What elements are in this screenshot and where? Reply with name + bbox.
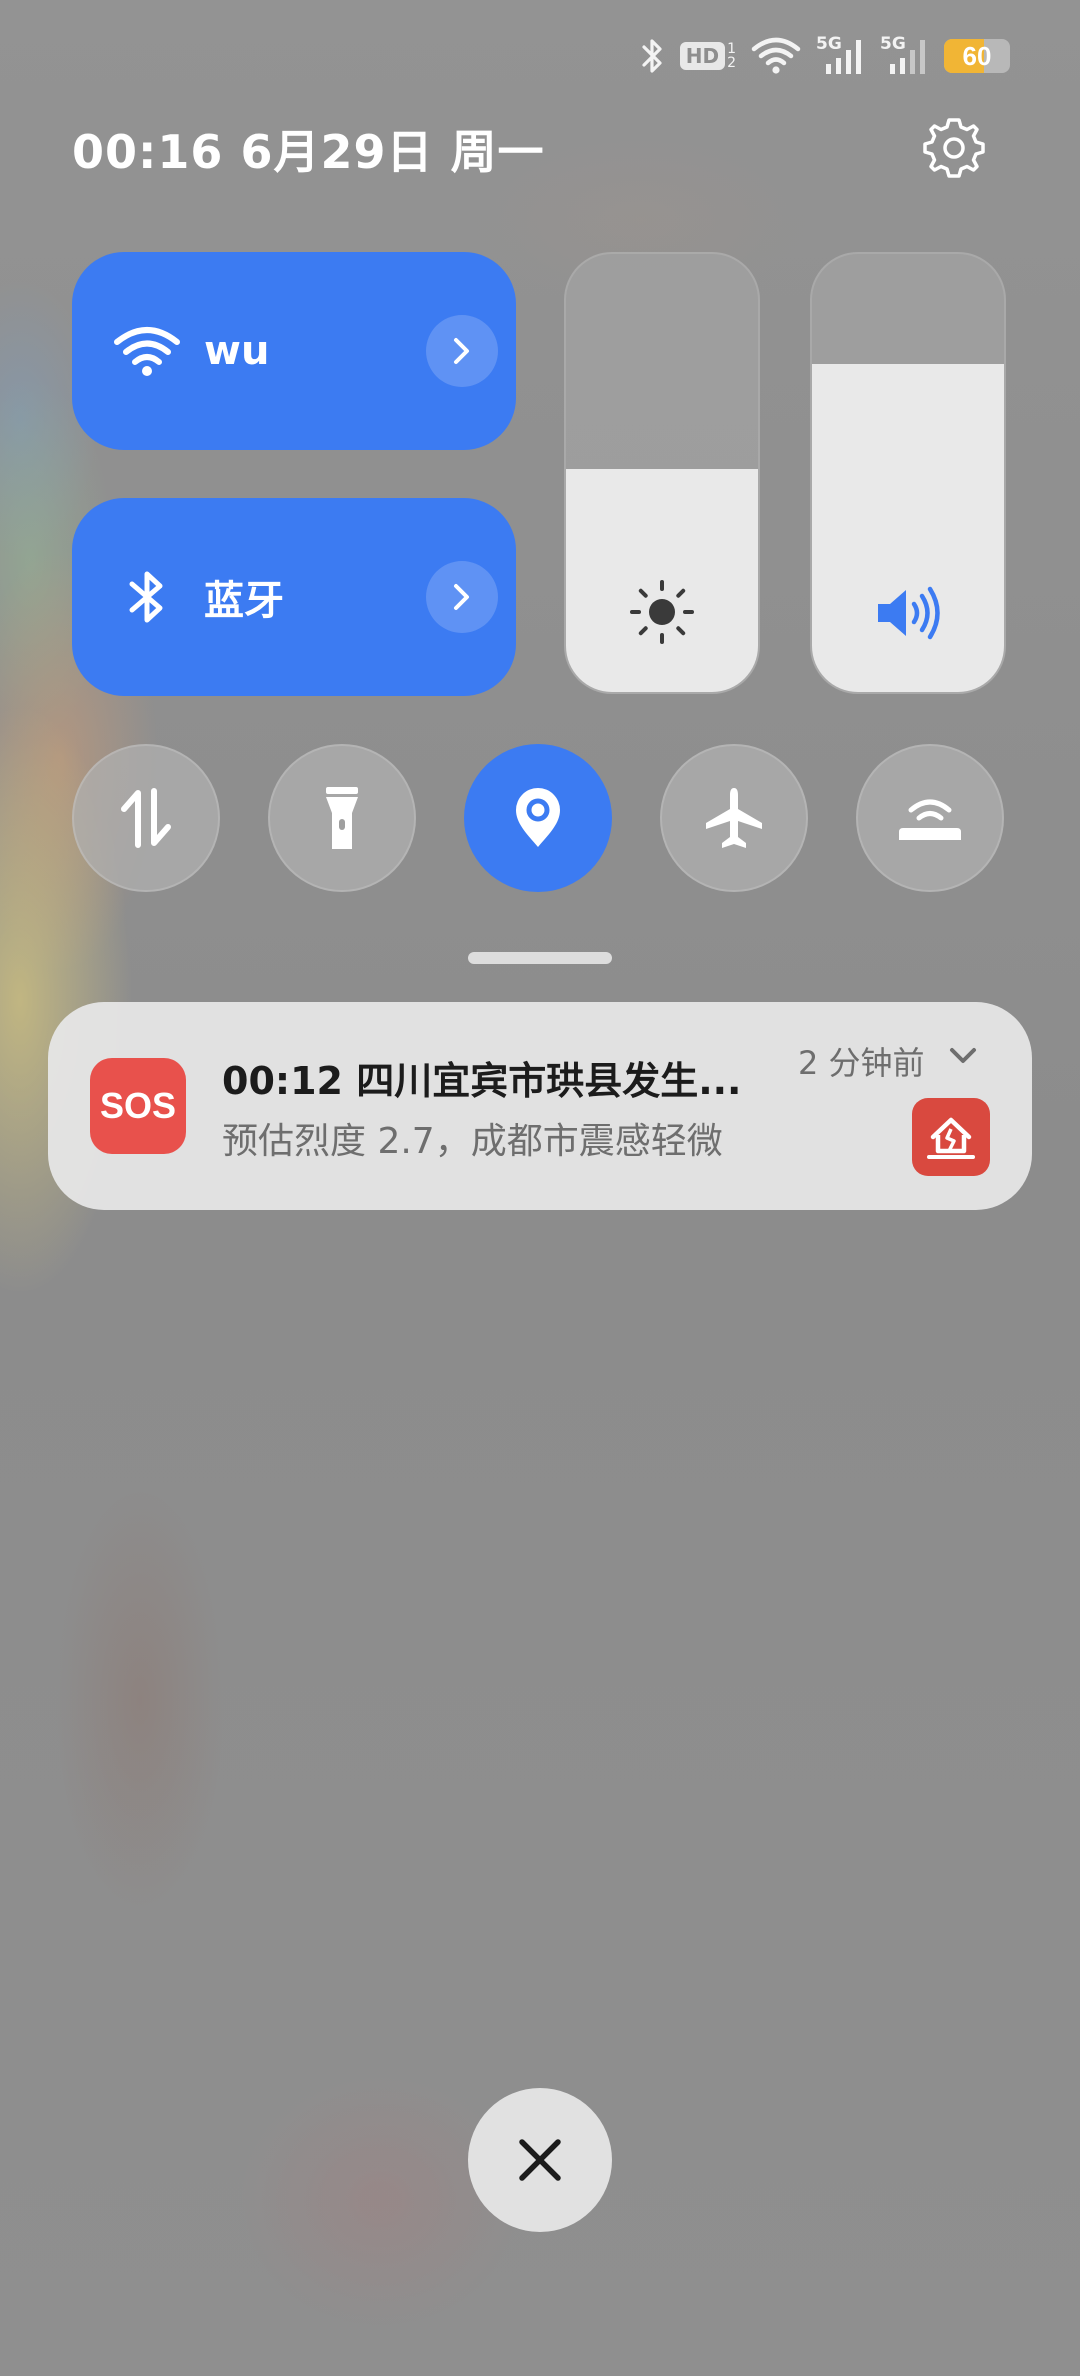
close-button[interactable]	[468, 2088, 612, 2232]
signal-5g-icon: 5G	[880, 34, 930, 76]
status-bar: HD 1 2 5G 5G 60	[638, 34, 1010, 78]
location-toggle[interactable]	[464, 744, 612, 892]
chevron-right-icon	[454, 338, 469, 364]
bluetooth-icon	[642, 39, 662, 73]
bluetooth-icon	[129, 571, 163, 623]
gear-icon	[923, 118, 985, 178]
flashlight-toggle[interactable]	[268, 744, 416, 892]
brightness-icon	[630, 580, 694, 644]
panel-drag-handle[interactable]	[468, 952, 612, 964]
volume-icon	[878, 586, 940, 640]
wifi-details-button[interactable]	[426, 315, 498, 387]
bluetooth-tile[interactable]: 蓝牙	[72, 498, 516, 696]
wifi-tile[interactable]: wu	[72, 252, 516, 450]
earthquake-house-icon	[927, 1117, 975, 1159]
hd-icon: HD 1 2	[679, 41, 736, 71]
bluetooth-details-button[interactable]	[426, 561, 498, 633]
battery-level: 60	[962, 40, 992, 71]
mobile-data-toggle[interactable]	[72, 744, 220, 892]
hd-label: HD	[679, 42, 726, 70]
flashlight-icon	[326, 787, 358, 849]
settings-button[interactable]	[918, 112, 990, 184]
notification-title: 00:12 四川宜宾市珙县发生...	[222, 1059, 742, 1103]
location-icon	[516, 788, 560, 847]
earthquake-badge	[912, 1098, 990, 1176]
hd-sub-top: 1	[727, 41, 736, 57]
sos-app-icon-label: SOS	[99, 1085, 177, 1126]
hotspot-icon	[899, 799, 961, 840]
brightness-slider[interactable]	[564, 252, 760, 694]
chevron-down-icon[interactable]	[948, 1046, 978, 1066]
airplane-mode-toggle[interactable]	[660, 744, 808, 892]
sos-app-icon: SOS	[90, 1058, 186, 1154]
airplane-icon	[706, 788, 762, 848]
bluetooth-tile-label: 蓝牙	[204, 578, 284, 624]
date-time: 00:16 6月29日 周一	[72, 125, 545, 179]
hotspot-toggle[interactable]	[856, 744, 1004, 892]
battery-icon: 60	[944, 39, 1010, 73]
close-icon	[519, 2139, 561, 2181]
notification-card[interactable]: SOS 00:12 四川宜宾市珙县发生... 预估烈度 2.7，成都市震感轻微 …	[48, 1002, 1032, 1210]
wifi-tile-label: wu	[204, 328, 270, 374]
hd-sub-bottom: 2	[727, 55, 736, 71]
wifi-icon	[114, 327, 180, 376]
wifi-icon	[751, 37, 801, 74]
notification-time: 2 分钟前	[798, 1044, 925, 1082]
data-transfer-icon	[121, 788, 171, 848]
chevron-right-icon	[454, 584, 469, 610]
notification-body: 预估烈度 2.7，成都市震感轻微	[222, 1121, 723, 1162]
volume-slider[interactable]	[810, 252, 1006, 694]
signal-5g-icon: 5G	[816, 34, 866, 76]
